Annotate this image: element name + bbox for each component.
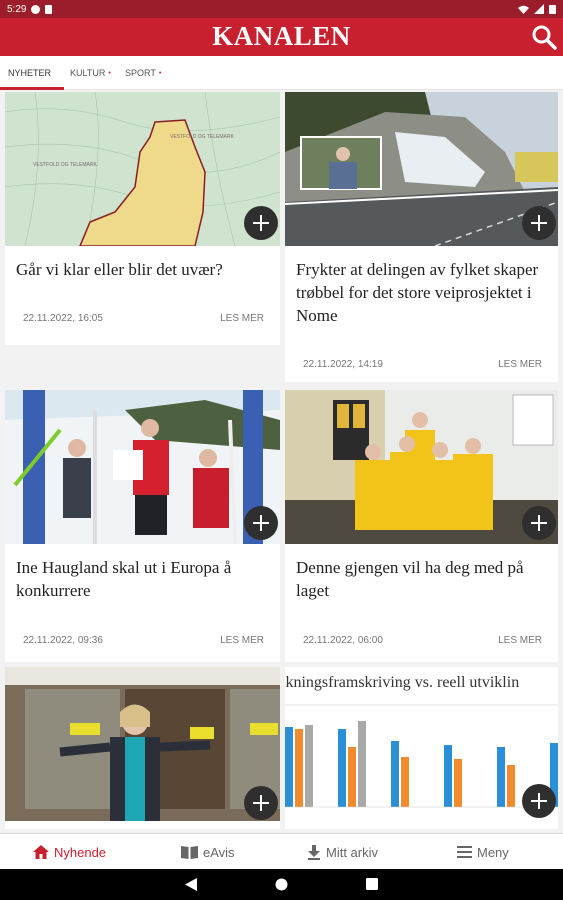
- app-bar: KANALEN: [0, 18, 563, 56]
- add-to-archive-button[interactable]: [522, 506, 556, 540]
- article-card[interactable]: Denne gjengen vil ha deg med på laget 22…: [285, 390, 558, 662]
- article-title: Ine Haugland skal ut i Europa å konkurre…: [16, 558, 232, 600]
- bottom-navigation: Nyhende eAvis Mitt arkiv Meny: [0, 833, 563, 869]
- article-meta: 22.11.2022, 14:19 LES MER: [303, 359, 542, 370]
- menu-icon: [457, 846, 472, 858]
- article-image: [5, 390, 280, 544]
- tab-label: SPORT: [125, 68, 156, 78]
- image-decor-bar: [507, 765, 515, 807]
- read-more-link[interactable]: LES MER: [498, 635, 542, 646]
- image-decor-bar: [391, 741, 399, 807]
- map-region-label: VESTFOLD OG TELEMARK: [170, 134, 234, 140]
- article-image: [5, 667, 280, 821]
- nav-eavis[interactable]: eAvis: [181, 834, 235, 870]
- status-bar: 5:29: [0, 0, 563, 18]
- article-date: 22.11.2022, 06:00: [303, 635, 383, 646]
- article-title: Frykter at delingen av fylket skaper trø…: [296, 260, 539, 325]
- download-icon: [308, 844, 320, 860]
- dropdown-dot-icon: •: [158, 69, 162, 77]
- nav-label: eAvis: [203, 844, 235, 860]
- home-icon: [33, 845, 49, 859]
- search-icon: [532, 25, 557, 50]
- article-meta: 22.11.2022, 09:36 LES MER: [23, 635, 264, 646]
- nav-label: Nyhende: [54, 844, 107, 860]
- category-tabs: NYHETER KULTUR • SPORT •: [0, 56, 563, 90]
- add-to-archive-button[interactable]: [244, 786, 278, 820]
- image-decor-bar: [497, 747, 505, 807]
- image-decor-bar: [338, 729, 346, 807]
- nav-label: Meny: [477, 844, 509, 860]
- notification-icon: [31, 4, 41, 14]
- home-circle-icon[interactable]: [275, 878, 288, 891]
- battery-icon: [549, 4, 556, 14]
- wifi-icon: [518, 5, 529, 14]
- nav-mitt-arkiv[interactable]: Mitt arkiv: [307, 834, 378, 870]
- read-more-link[interactable]: LES MER: [498, 359, 542, 370]
- article-title: Denne gjengen vil ha deg med på laget: [296, 558, 524, 600]
- article-card[interactable]: lkningsframskriving vs. reell utviklin: [285, 667, 558, 829]
- article-image: VESTFOLD OG TELEMARK VESTFOLD OG TELEMAR…: [5, 92, 280, 246]
- article-image: [285, 390, 558, 544]
- image-decor-bar: [285, 727, 293, 807]
- article-image: [285, 92, 558, 246]
- article-date: 22.11.2022, 14:19: [303, 359, 383, 370]
- active-tab-indicator: [0, 87, 64, 90]
- read-more-link[interactable]: LES MER: [220, 635, 264, 646]
- app-logo: KANALEN: [212, 21, 351, 51]
- back-icon[interactable]: [185, 878, 197, 891]
- image-decor-bar: [305, 725, 313, 807]
- system-navigation-bar: [0, 869, 563, 900]
- article-date: 22.11.2022, 16:05: [23, 313, 103, 324]
- article-date: 22.11.2022, 09:36: [23, 635, 103, 646]
- search-button[interactable]: [529, 22, 559, 52]
- article-card[interactable]: Frykter at delingen av fylket skaper trø…: [285, 92, 558, 382]
- image-chart-heading: lkningsframskriving vs. reell utviklin: [285, 674, 519, 691]
- image-decor-bar: [444, 745, 452, 807]
- nav-nyhende[interactable]: Nyhende: [33, 834, 106, 870]
- tab-label: NYHETER: [8, 68, 52, 78]
- article-card[interactable]: Ine Haugland skal ut i Europa å konkurre…: [5, 390, 280, 662]
- tab-kultur[interactable]: KULTUR •: [70, 56, 111, 90]
- nav-meny[interactable]: Meny: [457, 834, 509, 870]
- article-image: lkningsframskriving vs. reell utviklin: [285, 667, 558, 821]
- status-time: 5:29: [7, 3, 27, 15]
- add-to-archive-button[interactable]: [244, 206, 278, 240]
- tab-sport[interactable]: SPORT •: [125, 56, 161, 90]
- article-card[interactable]: [5, 667, 280, 829]
- tab-label: KULTUR: [70, 68, 106, 78]
- image-decor-bar: [295, 729, 303, 807]
- add-to-archive-button[interactable]: [244, 506, 278, 540]
- image-decor-bar: [358, 721, 366, 807]
- add-to-archive-button[interactable]: [522, 784, 556, 818]
- article-meta: 22.11.2022, 16:05 LES MER: [23, 313, 264, 324]
- add-to-archive-button[interactable]: [522, 206, 556, 240]
- nav-label: Mitt arkiv: [326, 844, 378, 860]
- image-decor-bar: [454, 759, 462, 807]
- map-region-label: VESTFOLD OG TELEMARK: [33, 162, 97, 168]
- book-icon: [181, 846, 198, 859]
- article-card[interactable]: VESTFOLD OG TELEMARK VESTFOLD OG TELEMAR…: [5, 92, 280, 345]
- article-title: Går vi klar eller blir det uvær?: [16, 260, 223, 279]
- image-decor-bar: [348, 747, 356, 807]
- dropdown-dot-icon: •: [108, 69, 111, 77]
- signal-icon: [534, 4, 544, 14]
- read-more-link[interactable]: LES MER: [220, 313, 264, 324]
- tab-nyheter[interactable]: NYHETER: [8, 56, 51, 90]
- recents-icon[interactable]: [366, 878, 378, 890]
- article-meta: 22.11.2022, 06:00 LES MER: [303, 635, 542, 646]
- image-decor-bar: [401, 757, 409, 807]
- sim-icon: [45, 4, 53, 14]
